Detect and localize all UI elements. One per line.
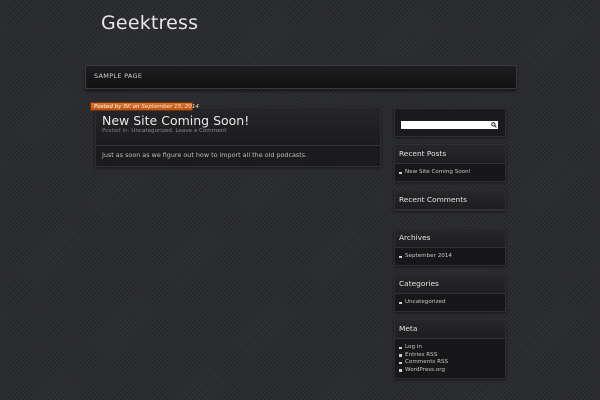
categories-widget: Categories Uncategorized [394, 274, 506, 312]
archive-link[interactable]: September 2014 [399, 253, 501, 261]
nav-item-sample-page[interactable]: SAMPLE PAGE [94, 72, 142, 80]
search-button[interactable] [489, 121, 498, 129]
main-navigation: SAMPLE PAGE [85, 65, 517, 89]
meta-wordpress-link[interactable]: WordPress.org [399, 367, 501, 375]
site-title[interactable]: Geektress [101, 12, 198, 34]
recent-posts-title: Recent Posts [395, 145, 505, 164]
post-card: New Site Coming Soon! Posted in: Uncateg… [95, 107, 381, 167]
archives-widget: Archives September 2014 [394, 228, 506, 266]
recent-posts-widget: Recent Posts New Site Coming Soon! [394, 144, 506, 182]
recent-post-link[interactable]: New Site Coming Soon! [399, 169, 501, 177]
meta-widget: Meta Log in Entries RSS Comments RSS Wor… [394, 319, 506, 380]
post-meta: Posted in: Uncategorized, Leave a Commen… [102, 128, 227, 134]
search-input[interactable] [401, 121, 489, 129]
post-title[interactable]: New Site Coming Soon! [102, 113, 249, 128]
post-body: Just as soon as we figure out how to imp… [102, 151, 308, 159]
post-author-link[interactable]: BK [123, 104, 131, 110]
recent-comments-title: Recent Comments [395, 191, 505, 210]
category-link[interactable]: Uncategorized [399, 299, 501, 307]
meta-comments-rss-link[interactable]: Comments RSS [399, 359, 501, 367]
recent-comments-widget: Recent Comments [394, 190, 506, 211]
search-widget [394, 108, 506, 137]
ribbon-prefix: Posted by [94, 104, 122, 110]
post-meta-prefix: Posted in: [102, 128, 130, 134]
post-date-link[interactable]: September 15, 2014 [141, 104, 199, 110]
post-header: New Site Coming Soon! Posted in: Uncateg… [96, 108, 380, 146]
meta-login-link[interactable]: Log in [399, 344, 501, 352]
leave-comment-link[interactable]: Leave a Comment [175, 128, 226, 134]
search-icon [490, 122, 497, 128]
post-date-ribbon: Posted by BK on September 15, 2014 [90, 102, 199, 111]
categories-title: Categories [395, 275, 505, 294]
post-category-link[interactable]: Uncategorized [131, 128, 172, 134]
archives-title: Archives [395, 229, 505, 248]
meta-entries-rss-link[interactable]: Entries RSS [399, 352, 501, 360]
ribbon-on: on [132, 104, 140, 110]
meta-title: Meta [395, 320, 505, 339]
